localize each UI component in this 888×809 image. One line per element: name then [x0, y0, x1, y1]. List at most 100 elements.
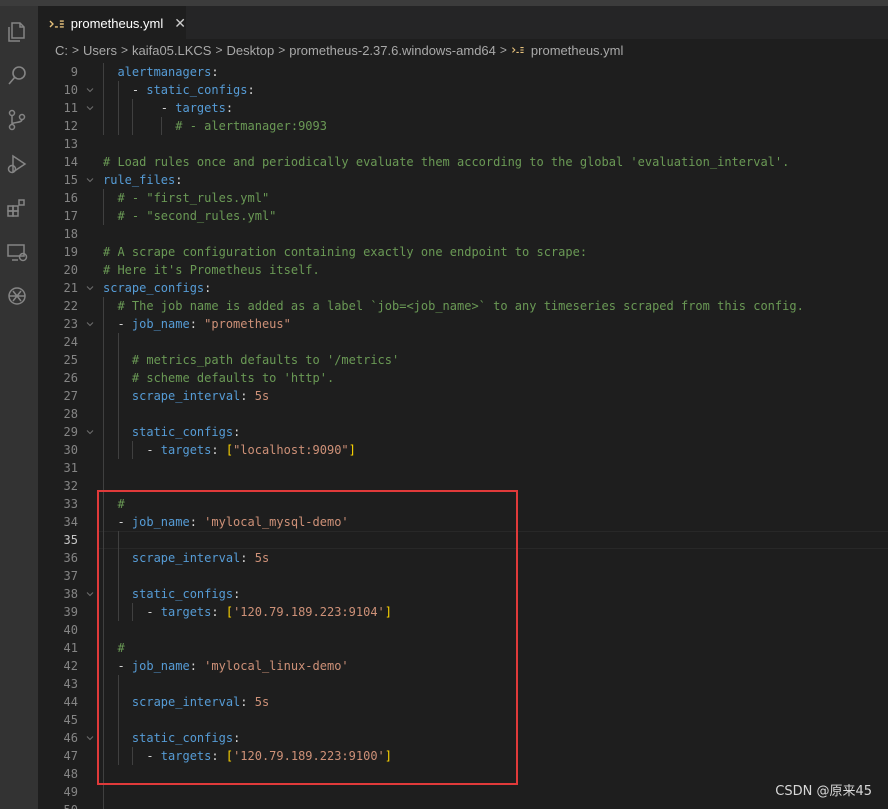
yaml-file-icon	[511, 47, 524, 53]
code-line[interactable]: 15 rule_files:	[38, 171, 888, 189]
code-token: -	[103, 101, 176, 115]
breadcrumb-item[interactable]: prometheus.yml	[531, 43, 623, 58]
code-line[interactable]: 23 - job_name: "prometheus"	[38, 315, 888, 333]
code-line[interactable]: 20 # Here it's Prometheus itself.	[38, 261, 888, 279]
code-text: alertmanagers:	[103, 63, 218, 81]
tab-label: prometheus.yml	[70, 16, 164, 31]
line-number: 41	[63, 641, 78, 655]
code-line[interactable]: 18	[38, 225, 888, 243]
code-line[interactable]: 9 alertmanagers:	[38, 63, 888, 81]
code-line[interactable]: 19 # A scrape configuration containing ex…	[38, 243, 888, 261]
code-token: scrape_interval	[131, 389, 241, 403]
line-number: 28	[63, 407, 78, 421]
breadcrumb: C: > Users > kaifa05.LKCS > Desktop > promet…	[38, 39, 888, 61]
line-number: 20	[63, 263, 78, 277]
indent-guide	[103, 63, 104, 135]
code-text: - targets:	[103, 99, 233, 117]
code-line[interactable]: 12 # - alertmanager:9093	[38, 117, 888, 135]
code-token: :	[240, 389, 255, 403]
run-debug-icon[interactable]	[5, 152, 29, 176]
code-line[interactable]: 29 static_configs:	[38, 423, 888, 441]
tab-prometheus-yml[interactable]: prometheus.yml ✕	[38, 6, 186, 40]
breadcrumb-item[interactable]: Desktop	[227, 43, 275, 58]
remote-explorer-icon[interactable]	[5, 240, 29, 264]
code-line[interactable]: 10 - static_configs:	[38, 81, 888, 99]
code-text: static_configs:	[103, 423, 240, 441]
line-number: 32	[63, 479, 78, 493]
line-number: 9	[70, 65, 78, 79]
code-line[interactable]: 26 # scheme defaults to 'http'.	[38, 369, 888, 387]
line-number: 13	[63, 137, 78, 151]
code-token: targets	[175, 101, 226, 115]
code-line[interactable]: 21 scrape_configs:	[38, 279, 888, 297]
breadcrumb-item[interactable]: kaifa05.LKCS	[132, 43, 212, 58]
fold-chevron-icon[interactable]	[86, 104, 94, 112]
code-text: # scheme defaults to 'http'.	[103, 369, 334, 387]
code-token: -	[103, 317, 132, 331]
line-number: 10	[63, 83, 78, 97]
code-text: # Here it's Prometheus itself.	[103, 261, 320, 279]
code-token: :	[211, 443, 226, 457]
code-line[interactable]: 22 # The job name is added as a label `j…	[38, 297, 888, 315]
code-text: # - "second_rules.yml"	[103, 207, 276, 225]
code-line[interactable]: 30 - targets: ["localhost:9090"]	[38, 441, 888, 459]
line-number: 33	[63, 497, 78, 511]
line-number: 36	[63, 551, 78, 565]
fold-chevron-icon[interactable]	[86, 176, 94, 184]
code-text: # The job name is added as a label `job=…	[103, 297, 803, 315]
code-line[interactable]: 25 # metrics_path defaults to '/metrics'	[38, 351, 888, 369]
code-token: :	[189, 317, 205, 331]
code-text: # A scrape configuration containing exac…	[103, 243, 587, 261]
code-line[interactable]: 27 scrape_interval: 5s	[38, 387, 888, 405]
fold-chevron-icon[interactable]	[86, 428, 94, 436]
code-token: -	[103, 83, 147, 97]
breadcrumb-item[interactable]: Users	[83, 43, 117, 58]
code-token: scrape_configs	[103, 281, 205, 295]
line-number: 35	[63, 533, 78, 547]
chevron-right-icon: >	[499, 43, 507, 57]
indent-guide	[117, 333, 119, 459]
fold-chevron-icon[interactable]	[86, 86, 94, 94]
code-text: scrape_interval: 5s	[103, 387, 269, 405]
chevron-right-icon: >	[278, 43, 286, 57]
highlight-box	[97, 490, 518, 785]
code-line[interactable]: 50	[38, 801, 888, 809]
openai-icon[interactable]	[5, 284, 29, 308]
breadcrumb-item[interactable]: C:	[55, 43, 68, 58]
code-line[interactable]: 11 - targets:	[38, 99, 888, 117]
code-line[interactable]: 24	[38, 333, 888, 351]
line-number: 31	[63, 461, 78, 475]
code-line[interactable]: 13	[38, 135, 888, 153]
extensions-icon[interactable]	[5, 196, 29, 220]
line-number: 44	[63, 695, 78, 709]
line-number: 14	[63, 155, 78, 169]
code-line[interactable]: 16 # - "first_rules.yml"	[38, 189, 888, 207]
code-token: :	[204, 281, 212, 295]
explorer-icon[interactable]	[5, 20, 29, 44]
line-number: 23	[63, 317, 78, 331]
breadcrumb-item[interactable]: prometheus-2.37.6.windows-amd64	[289, 43, 496, 58]
fold-chevron-icon[interactable]	[86, 590, 94, 598]
code-line[interactable]: 14 # Load rules once and periodically eva…	[38, 153, 888, 171]
line-number: 26	[63, 371, 78, 385]
code-token: # - "first_rules.yml"	[117, 191, 270, 205]
line-number: 11	[63, 101, 78, 115]
code-token: # - "second_rules.yml"	[117, 209, 277, 223]
code-line[interactable]: 28	[38, 405, 888, 423]
fold-chevron-icon[interactable]	[86, 284, 94, 292]
code-token: :	[175, 173, 183, 187]
code-token: :	[247, 83, 255, 97]
code-line[interactable]: 31	[38, 459, 888, 477]
code-line[interactable]: 17 # - "second_rules.yml"	[38, 207, 888, 225]
close-icon[interactable]: ✕	[174, 16, 186, 32]
code-token: 5s	[254, 389, 270, 403]
source-control-icon[interactable]	[5, 108, 29, 132]
search-icon[interactable]	[5, 64, 29, 88]
code-line[interactable]: 49	[38, 783, 888, 801]
line-number: 27	[63, 389, 78, 403]
code-token: :	[225, 101, 234, 115]
fold-chevron-icon[interactable]	[86, 734, 94, 742]
fold-chevron-icon[interactable]	[86, 320, 94, 328]
